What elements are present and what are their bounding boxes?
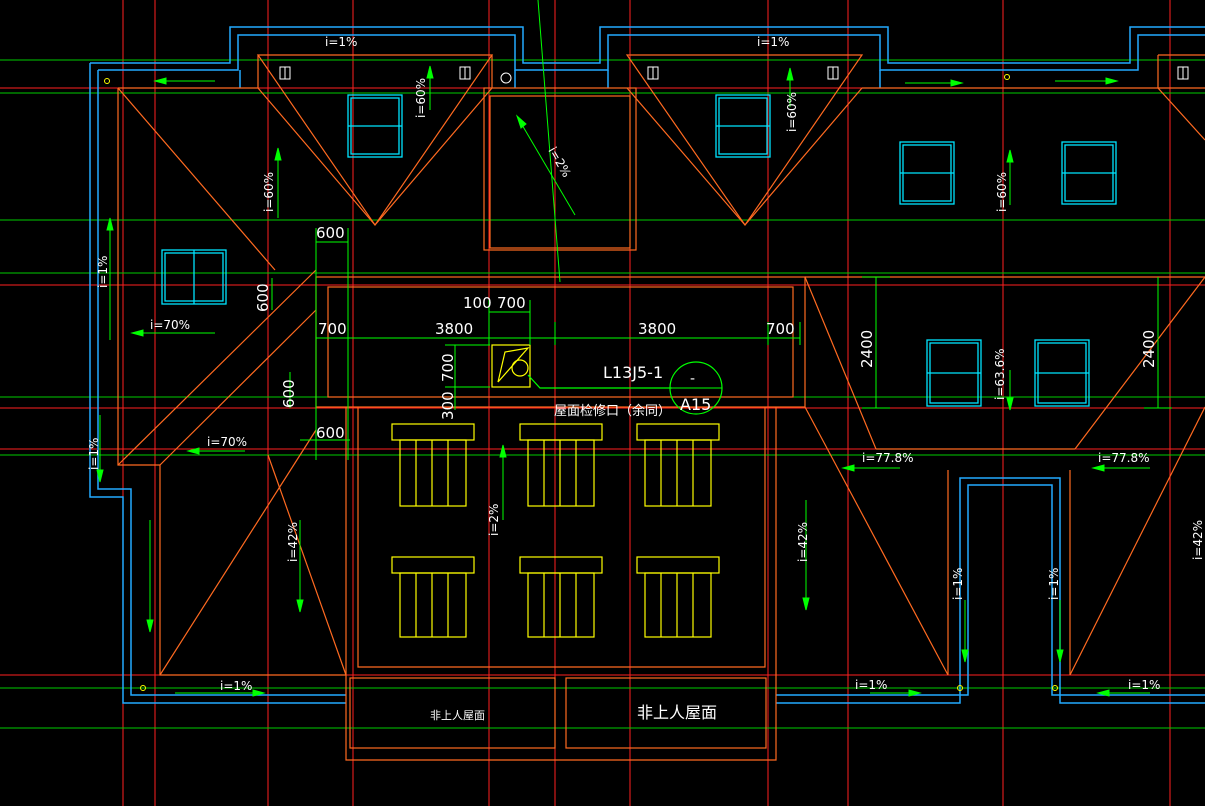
chimney-6 bbox=[636, 556, 720, 638]
window-2 bbox=[715, 94, 771, 158]
slope-label: i=70% bbox=[207, 435, 247, 449]
slope-label: i=1% bbox=[1047, 568, 1061, 600]
dimension-text: 700 bbox=[497, 294, 526, 312]
slope-label: i=1% bbox=[220, 679, 252, 693]
leader-line bbox=[537, 0, 561, 283]
slope-label: i=1% bbox=[855, 678, 887, 692]
chimney-1 bbox=[391, 423, 475, 507]
dimension-text: 700 bbox=[439, 353, 457, 382]
slope-label: i=70% bbox=[150, 318, 190, 332]
dimension-text: 2400 bbox=[858, 330, 876, 368]
slope-label: i=60% bbox=[995, 172, 1009, 212]
window-7 bbox=[1034, 339, 1090, 407]
dimension-text: 700 bbox=[318, 320, 347, 338]
window-5 bbox=[161, 249, 227, 305]
dimension-lines bbox=[271, 228, 1172, 460]
slope-label: i=1% bbox=[87, 438, 101, 470]
slope-label: i=42% bbox=[286, 522, 300, 562]
detail-callout-top: - bbox=[690, 371, 695, 387]
dimension-text: 100 bbox=[463, 294, 492, 312]
dimension-text: 600 bbox=[280, 379, 298, 408]
slope-label: i=60% bbox=[262, 172, 276, 212]
slope-label: i=77.8% bbox=[862, 451, 914, 465]
chimney-2 bbox=[519, 423, 603, 507]
hatch-note: 屋面检修口（余同） bbox=[554, 403, 671, 419]
dimension-text: 600 bbox=[316, 424, 345, 442]
window-6 bbox=[926, 339, 982, 407]
slope-label: i=1% bbox=[325, 35, 357, 49]
dimension-text: 700 bbox=[766, 320, 795, 338]
slope-label: i=2% bbox=[545, 145, 573, 180]
window-4 bbox=[1061, 141, 1117, 205]
slope-label: i=60% bbox=[414, 78, 428, 118]
slope-label: i=1% bbox=[1128, 678, 1160, 692]
window-3 bbox=[899, 141, 955, 205]
slope-label: i=42% bbox=[796, 522, 810, 562]
dimension-text: 3800 bbox=[638, 320, 676, 338]
slope-label: i=63.6% bbox=[993, 348, 1007, 400]
chimney-5 bbox=[519, 556, 603, 638]
slope-label: i=2% bbox=[487, 504, 501, 536]
slope-label: i=60% bbox=[785, 92, 799, 132]
roof-label-small: 非上人屋面 bbox=[430, 709, 485, 722]
slope-label: i=1% bbox=[96, 256, 110, 288]
chimney-3 bbox=[636, 423, 720, 507]
slope-label: i=1% bbox=[757, 35, 789, 49]
chimney-4 bbox=[391, 556, 475, 638]
slope-label: i=1% bbox=[951, 568, 965, 600]
slope-label: i=77.8% bbox=[1098, 451, 1150, 465]
dimension-text: 600 bbox=[254, 283, 272, 312]
roof-label-large: 非上人屋面 bbox=[637, 703, 717, 722]
window-1 bbox=[347, 94, 403, 158]
dimension-text: 300 bbox=[439, 391, 457, 420]
dimension-text: 600 bbox=[316, 224, 345, 242]
dimension-text: 2400 bbox=[1140, 330, 1158, 368]
drain-points bbox=[104, 74, 1058, 691]
dimension-text: 3800 bbox=[435, 320, 473, 338]
slope-label: i=42% bbox=[1191, 520, 1205, 560]
roof-plan-drawing: i=1% i=1% i=60% i=60% i=60% i=60% i=1% i… bbox=[0, 0, 1205, 806]
dormer-windows bbox=[161, 94, 1117, 407]
detail-callout-bottom: A15 bbox=[680, 395, 711, 414]
detail-reference: L13J5-1 bbox=[603, 363, 663, 382]
